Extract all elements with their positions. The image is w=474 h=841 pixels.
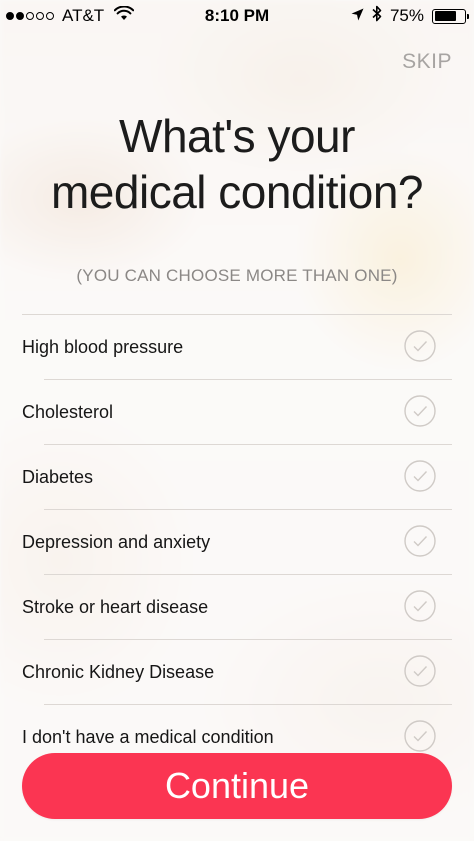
condition-option[interactable]: Cholesterol	[0, 380, 474, 445]
condition-label: Chronic Kidney Disease	[22, 662, 215, 682]
checkmark-circle-icon[interactable]	[404, 720, 436, 752]
condition-option[interactable]: Depression and anxiety	[0, 510, 474, 575]
condition-label: Diabetes	[22, 467, 94, 487]
condition-list: High blood pressure Cholesterol Diabetes…	[0, 315, 474, 770]
condition-label: I don't have a medical condition	[22, 727, 274, 747]
checkmark-circle-icon[interactable]	[404, 330, 436, 362]
bluetooth-icon	[372, 5, 382, 27]
instruction-text: (YOU CAN CHOOSE MORE THAN ONE)	[76, 266, 398, 285]
checkmark-circle-icon[interactable]	[404, 460, 436, 492]
checkmark-circle-icon[interactable]	[404, 590, 436, 622]
battery-level	[434, 11, 457, 21]
title-line: What's your	[119, 110, 355, 162]
status-bar: AT&T 8:10 PM 75%	[0, 0, 474, 34]
condition-label: Depression and anxiety	[22, 532, 211, 552]
location-arrow-icon	[351, 6, 364, 26]
condition-label: High blood pressure	[22, 337, 184, 357]
condition-option[interactable]: Diabetes	[0, 445, 474, 510]
skip-button[interactable]: SKIP	[402, 50, 452, 74]
condition-option[interactable]: High blood pressure	[0, 315, 474, 380]
page-title: What's your medical condition?	[0, 108, 474, 220]
condition-option[interactable]: Chronic Kidney Disease	[0, 640, 474, 705]
checkmark-circle-icon[interactable]	[404, 655, 436, 687]
status-right: 75%	[351, 5, 469, 27]
battery-percentage: 75%	[389, 6, 424, 25]
condition-option[interactable]: Stroke or heart disease	[0, 575, 474, 640]
condition-label: Stroke or heart disease	[22, 597, 209, 617]
condition-label: Cholesterol	[22, 402, 114, 422]
checkmark-circle-icon[interactable]	[404, 395, 436, 427]
battery-icon	[432, 8, 469, 24]
continue-button[interactable]: Continue	[22, 753, 452, 819]
checkmark-circle-icon[interactable]	[404, 525, 436, 557]
title-line: medical condition?	[50, 166, 424, 218]
